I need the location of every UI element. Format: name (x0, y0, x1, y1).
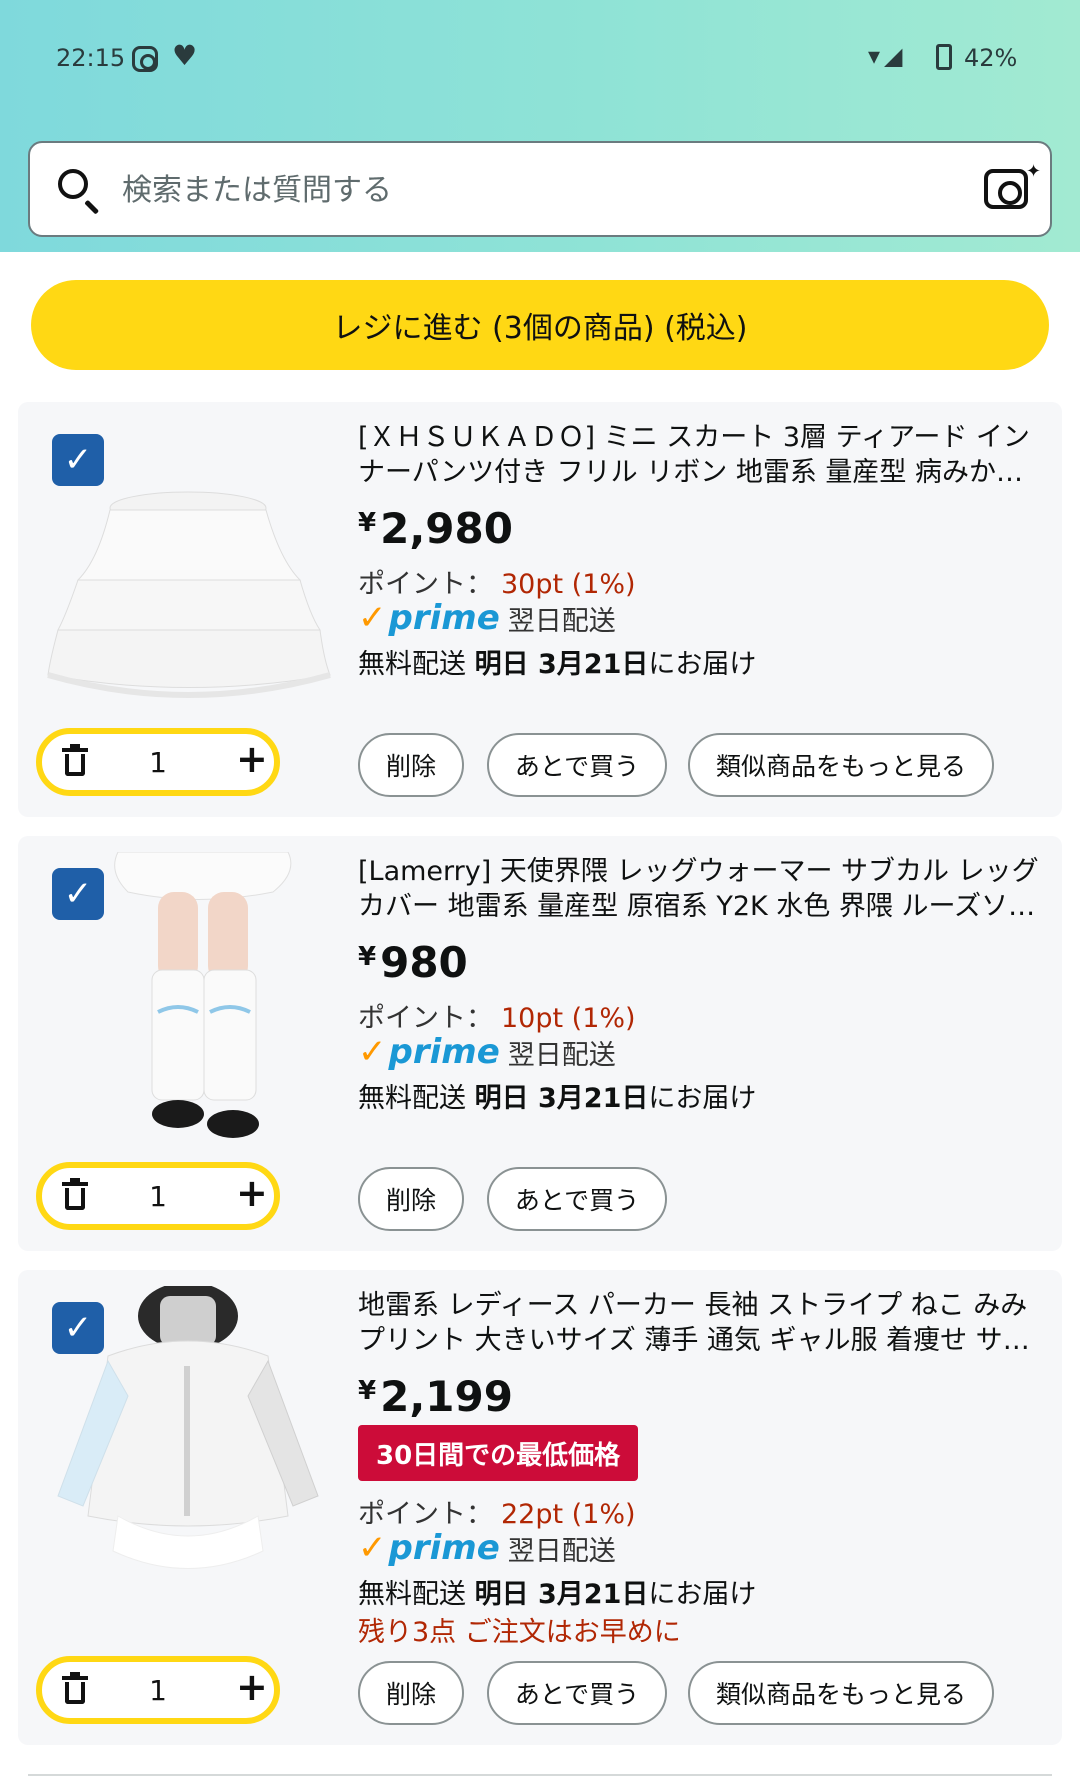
plus-icon[interactable]: + (236, 1174, 268, 1212)
search-bar[interactable]: ✦ (28, 141, 1052, 237)
item-title[interactable]: [Lamerry] 天使界隈 レッグウォーマー サブカル レッグカバー 地雷系 … (358, 854, 1048, 924)
heart-icon: ♥ (172, 39, 198, 72)
item-points: ポイント： 10pt (1%) (358, 1003, 636, 1034)
delete-button[interactable]: 削除 (358, 1661, 464, 1725)
search-input[interactable] (122, 165, 902, 215)
delete-button[interactable]: 削除 (358, 1167, 464, 1231)
app-header: 22:15 ♥ ▾◢ 42% ✦ (0, 0, 1080, 252)
battery-icon (936, 44, 952, 70)
prime-badge: ✓ prime 翌日配送 (358, 598, 616, 638)
checkout-button[interactable]: レジに進む (3個の商品) (税込) (31, 280, 1049, 370)
prime-check-icon: ✓ (358, 1528, 387, 1568)
quantity-stepper[interactable]: 1 + (36, 1162, 280, 1230)
search-icon[interactable] (58, 169, 88, 199)
instagram-icon (132, 46, 158, 72)
prime-check-icon: ✓ (358, 598, 387, 638)
item-price: ¥2,980 (358, 504, 513, 553)
save-for-later-button[interactable]: あとで買う (487, 1167, 667, 1231)
signal-icon: ▾◢ (868, 42, 907, 70)
save-for-later-button[interactable]: あとで買う (487, 1661, 667, 1725)
see-similar-button[interactable]: 類似商品をもっと見る (688, 733, 994, 797)
prime-check-icon: ✓ (358, 1032, 387, 1072)
plus-icon[interactable]: + (236, 1668, 268, 1706)
camera-search-icon[interactable] (984, 169, 1028, 209)
delivery-info: 無料配送 明日 3月21日にお届け (358, 1083, 757, 1114)
item-points: ポイント： 30pt (1%) (358, 569, 636, 600)
cart-item: ✓ [ＸＨＳＵＫＡＤＯ] ミニ スカート 3層 ティアード インナーパンツ付き … (18, 402, 1062, 817)
prime-badge: ✓ prime 翌日配送 (358, 1528, 616, 1568)
item-price: ¥980 (358, 938, 468, 987)
item-points: ポイント： 22pt (1%) (358, 1499, 636, 1530)
prime-badge: ✓ prime 翌日配送 (358, 1032, 616, 1072)
item-title[interactable]: 地雷系 レディース パーカー 長袖 ストライプ ねこ みみ プリント 大きいサイ… (358, 1288, 1048, 1358)
cart-item: ✓ 地雷系 レディース パーカー 長袖 ストライプ ねこ みみ プリント 大きい… (18, 1270, 1062, 1745)
status-bar: 22:15 ♥ ▾◢ 42% (0, 0, 1080, 120)
see-similar-button[interactable]: 類似商品をもっと見る (688, 1661, 994, 1725)
cart-item: ✓ [Lamerry] 天使界隈 レッグウォーマー サブカル レッグカバー 地雷… (18, 836, 1062, 1251)
product-image-hoodie[interactable] (38, 1286, 338, 1586)
divider (28, 1774, 1052, 1776)
battery-percent: 42% (964, 44, 1018, 72)
product-image-leg-warmers[interactable] (38, 852, 338, 1152)
plus-icon[interactable]: + (236, 740, 268, 778)
lowest-price-badge: 30日間での最低価格 (358, 1425, 639, 1481)
product-image-skirt[interactable] (38, 450, 338, 750)
stock-warning: 残り3点 ご注文はお早めに (358, 1617, 681, 1648)
quantity-stepper[interactable]: 1 + (36, 728, 280, 796)
delivery-info: 無料配送 明日 3月21日にお届け (358, 1579, 757, 1610)
save-for-later-button[interactable]: あとで買う (487, 733, 667, 797)
item-title[interactable]: [ＸＨＳＵＫＡＤＯ] ミニ スカート 3層 ティアード インナーパンツ付き フリ… (358, 420, 1048, 490)
item-price: ¥2,199 (358, 1372, 513, 1421)
status-time: 22:15 (56, 44, 126, 72)
quantity-stepper[interactable]: 1 + (36, 1656, 280, 1724)
delivery-info: 無料配送 明日 3月21日にお届け (358, 649, 757, 680)
delete-button[interactable]: 削除 (358, 733, 464, 797)
sparkle-icon: ✦ (1026, 161, 1042, 182)
